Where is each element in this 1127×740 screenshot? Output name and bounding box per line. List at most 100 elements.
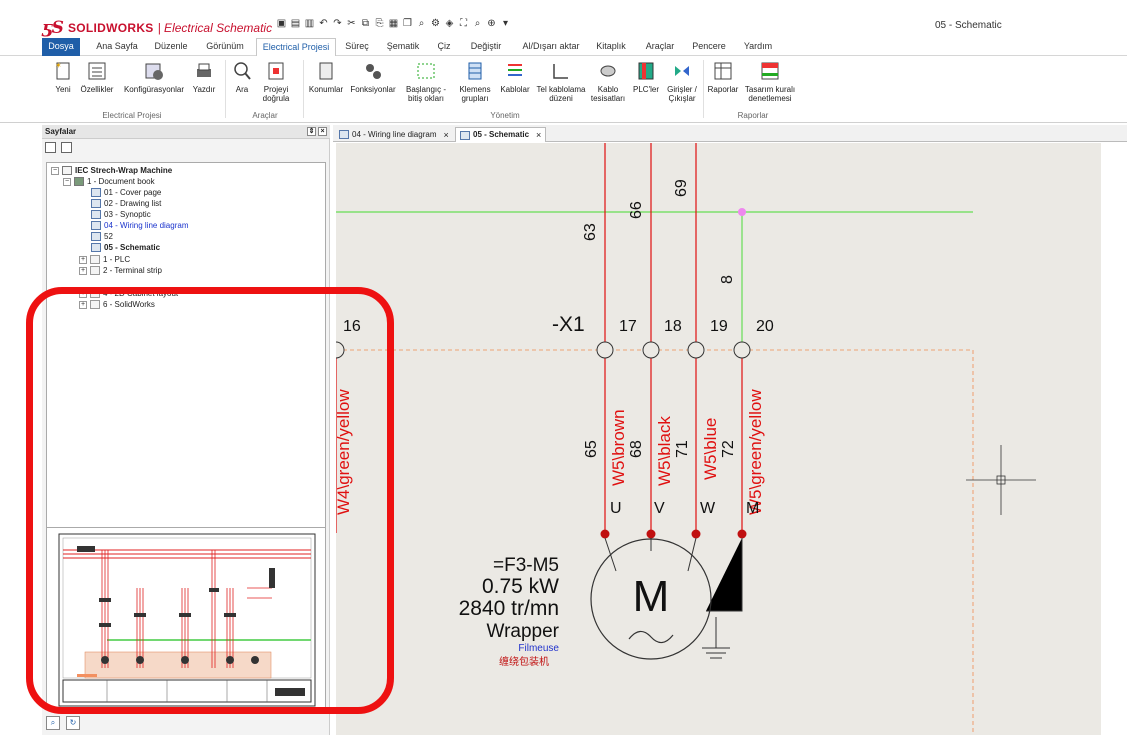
reports-icon <box>714 62 732 80</box>
print-button[interactable]: Yazdır <box>190 60 218 94</box>
terminal-groups-button[interactable]: Klemens grupları <box>455 60 495 103</box>
tree-folder-solidworks[interactable]: +6 - SolidWorks <box>79 299 155 310</box>
redo-icon[interactable]: ↷ <box>332 18 343 29</box>
collapse-all-icon[interactable] <box>45 142 56 153</box>
locations-button[interactable]: Konumlar <box>306 60 346 94</box>
book-icon <box>74 177 84 186</box>
terminal-16[interactable] <box>336 341 345 359</box>
tab-home[interactable]: Ana Sayfa <box>90 38 144 56</box>
motor-name-french: Filmeuse <box>518 643 559 654</box>
close-panel-icon[interactable]: × <box>318 127 327 136</box>
save-icon[interactable]: ▤ <box>290 18 301 29</box>
undo-icon[interactable]: ↶ <box>318 18 329 29</box>
paste-icon[interactable]: ⎘ <box>374 18 385 29</box>
expand-icon[interactable]: + <box>79 289 87 298</box>
options-icon[interactable]: ⊕ <box>486 18 497 29</box>
terminal-19[interactable] <box>687 341 705 359</box>
close-tab-icon[interactable]: × <box>536 128 541 142</box>
arrow-icon[interactable]: ◈ <box>444 18 455 29</box>
expand-icon[interactable]: + <box>79 266 87 275</box>
preview-zoom-icon[interactable]: ⌕ <box>46 716 60 730</box>
tree-page-drawing-list[interactable]: 02 - Drawing list <box>91 198 161 209</box>
tree-page-schematic[interactable]: 05 - Schematic <box>91 242 160 253</box>
tree-folder-cabinet-layout[interactable]: +4 - 2D Cabinet layout <box>79 288 178 299</box>
properties-button[interactable]: Özellikler <box>78 60 116 94</box>
tab-tools[interactable]: Araçlar <box>640 38 680 56</box>
wiring-layout-button[interactable]: Tel kablolama düzeni <box>534 60 588 103</box>
search-button[interactable]: Ara <box>230 60 254 94</box>
inputs-outputs-button[interactable]: Girişler / Çıkışlar <box>662 60 702 103</box>
page-icon <box>91 232 101 241</box>
ds-logo-icon: ƽS <box>42 18 64 38</box>
expand-all-icon[interactable] <box>61 142 72 153</box>
group-label-reports: Raporlar <box>737 111 769 120</box>
tree-folder-plc[interactable]: +1 - PLC <box>79 254 130 265</box>
tool-icon[interactable]: ⚙ <box>430 18 441 29</box>
origin-destination-arrows-button[interactable]: Başlangıç - bitiş okları <box>400 60 452 103</box>
terminal-20[interactable] <box>733 341 751 359</box>
tab-process[interactable]: Süreç <box>338 38 376 56</box>
tab-import-export[interactable]: Al/Dışarı aktar <box>514 38 588 56</box>
search-icon[interactable]: ⌕ <box>472 18 483 29</box>
tree-document-book[interactable]: − 1 - Document book <box>63 176 155 187</box>
tab-draw[interactable]: Çiz <box>430 38 458 56</box>
doc-tab-schematic[interactable]: 05 - Schematic × <box>455 127 547 142</box>
expand-icon[interactable]: + <box>79 300 87 309</box>
harnesses-button[interactable]: Kablo tesisatları <box>588 60 628 103</box>
tab-electrical-project[interactable]: Electrical Projesi <box>256 38 336 57</box>
wiring-icon <box>553 64 568 79</box>
clipboard-icon[interactable]: ▦ <box>388 18 399 29</box>
tab-window[interactable]: Pencere <box>688 38 730 56</box>
terminal-icon <box>468 62 482 80</box>
plc-icon <box>638 62 654 80</box>
copy-icon[interactable]: ⧉ <box>360 18 371 29</box>
page-preview[interactable] <box>46 527 326 710</box>
terminal-block-tag: -X1 <box>552 313 585 336</box>
reports-button[interactable]: Raporlar <box>705 60 741 94</box>
zoom-icon[interactable]: ⌕ <box>416 18 427 29</box>
tab-edit[interactable]: Düzenle <box>148 38 194 56</box>
tree-page-synoptic[interactable]: 03 - Synoptic <box>91 209 151 220</box>
cut-icon[interactable]: ✂ <box>346 18 357 29</box>
connection-dot <box>646 529 656 539</box>
tab-help[interactable]: Yardım <box>738 38 778 56</box>
terminal-17[interactable] <box>596 341 614 359</box>
svg-text:✶: ✶ <box>55 61 62 70</box>
page-icon <box>91 221 101 230</box>
collapse-icon[interactable]: − <box>51 166 59 175</box>
collapse-icon[interactable]: − <box>63 177 71 186</box>
tree-page-cover[interactable]: 01 - Cover page <box>91 187 161 198</box>
tree-page-wiring-line[interactable]: 04 - Wiring line diagram <box>91 220 188 231</box>
vertical-scrollbar[interactable] <box>1101 143 1127 735</box>
plcs-button[interactable]: PLC'ler <box>630 60 662 94</box>
pin-icon[interactable]: ⇕ <box>307 127 316 136</box>
new-button[interactable]: ✶ Yeni <box>48 60 78 94</box>
design-rules-check-button[interactable]: Tasarım kuralı denetlemesi <box>742 60 798 103</box>
print-icon[interactable]: ▥ <box>304 18 315 29</box>
new-doc-icon[interactable]: ▣ <box>276 18 287 29</box>
customize-dropdown-icon[interactable]: ▾ <box>500 18 511 29</box>
tree-root[interactable]: − IEC Strech-Wrap Machine <box>51 165 172 176</box>
expand-icon[interactable]: + <box>79 255 87 264</box>
terminal-18[interactable] <box>642 341 660 359</box>
close-tab-icon[interactable]: × <box>443 128 448 142</box>
tab-library[interactable]: Kitaplık <box>590 38 632 56</box>
window-title: 05 - Schematic <box>935 20 1002 31</box>
tab-schematic[interactable]: Şematik <box>380 38 426 56</box>
select-icon[interactable]: ⛶ <box>458 18 469 29</box>
tab-view[interactable]: Görünüm <box>198 38 252 56</box>
tab-modify[interactable]: Değiştir <box>462 38 510 56</box>
schematic-canvas[interactable]: 63 66 69 8 -X1 16 17 18 19 20 W4\green/y… <box>336 143 1101 735</box>
functions-button[interactable]: Fonksiyonlar <box>348 60 398 94</box>
verify-project-button[interactable]: Projeyi doğrula <box>256 60 296 103</box>
tab-file[interactable]: Dosya <box>42 38 80 56</box>
location-boundary <box>336 349 974 735</box>
duplicate-icon[interactable]: ❐ <box>402 18 413 29</box>
tree-folder-terminal-strip[interactable]: +2 - Terminal strip <box>79 265 162 276</box>
doc-tab-wiring-line-diagram[interactable]: 04 - Wiring line diagram × <box>335 127 453 142</box>
ribbon: ✶ Yeni Özellikler Konfigürasyonlar Yazdı… <box>0 56 1127 123</box>
configurations-button[interactable]: Konfigürasyonlar <box>120 60 188 94</box>
tree-page-52[interactable]: 52 <box>91 231 113 242</box>
cables-button[interactable]: Kablolar <box>497 60 533 94</box>
refresh-icon[interactable]: ↻ <box>66 716 80 730</box>
